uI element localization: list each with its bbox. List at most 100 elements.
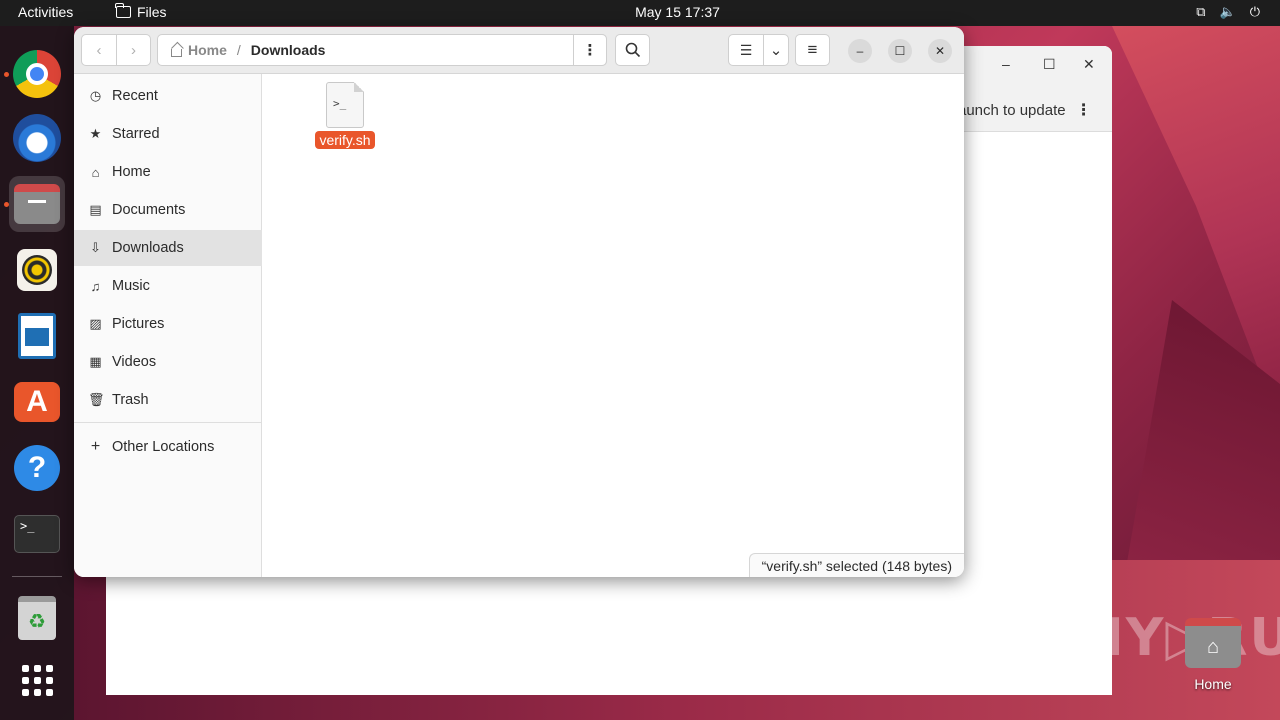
sidebar-item-home[interactable]: ⌂ Home	[74, 154, 262, 190]
app-center-icon: A	[14, 382, 60, 422]
terminal-icon: >_	[14, 515, 60, 553]
places-sidebar: ◷ Recent ★ Starred ⌂ Home ▤ Documents ⇩ …	[74, 74, 262, 577]
dock: A ? >_ ♻	[0, 26, 74, 720]
path-home-label: Home	[188, 42, 227, 58]
dock-terminal[interactable]: >_	[9, 506, 65, 562]
app-grid-icon	[21, 664, 53, 696]
star-icon: ★	[89, 126, 102, 141]
path-menu-button[interactable]: ⋮	[573, 34, 607, 66]
home-icon: ⌂	[91, 164, 100, 180]
path-separator: /	[236, 42, 241, 58]
show-apps-button[interactable]	[9, 652, 65, 708]
chevron-left-icon: ‹	[96, 41, 102, 59]
dock-app-center[interactable]: A	[9, 374, 65, 430]
network-icon: ⧉	[1196, 4, 1206, 19]
video-icon: ▦	[89, 354, 102, 369]
back-button[interactable]: ‹	[81, 34, 117, 66]
help-icon: ?	[14, 445, 60, 491]
sidebar-item-trash[interactable]: 🗑 Trash	[74, 382, 262, 418]
file-name: verify.sh	[315, 131, 375, 149]
forward-button[interactable]: ›	[116, 34, 151, 66]
clock[interactable]: May 15 17:37	[0, 4, 1280, 20]
trash-icon: 🗑	[88, 392, 105, 407]
dock-files[interactable]	[9, 176, 65, 232]
update-banner[interactable]: aunch to update ⋮	[958, 94, 1092, 126]
picture-icon: ▨	[89, 316, 102, 331]
list-view-icon: ☰	[739, 41, 753, 58]
dock-writer[interactable]	[9, 308, 65, 364]
file-item[interactable]: >_ verify.sh	[310, 82, 380, 149]
sidebar-item-other-locations[interactable]: + Other Locations	[74, 429, 262, 465]
sidebar-item-starred[interactable]: ★ Starred	[74, 116, 262, 152]
search-button[interactable]	[615, 34, 650, 66]
libreoffice-writer-icon	[18, 313, 56, 359]
dock-help[interactable]: ?	[9, 440, 65, 496]
minimize-icon: –	[856, 44, 864, 58]
sidebar-divider	[74, 422, 262, 423]
dock-separator	[12, 576, 62, 577]
view-options-button[interactable]: ⌄	[763, 34, 789, 66]
file-view[interactable]: >_ verify.sh “verify.sh” selected (148 b…	[263, 74, 964, 577]
volume-icon: 🔈	[1219, 4, 1236, 19]
status-text: “verify.sh” selected (148 bytes)	[761, 557, 952, 574]
sidebar-item-label: Home	[112, 164, 151, 180]
sidebar-item-videos[interactable]: ▦ Videos	[74, 344, 262, 380]
sidebar-item-pictures[interactable]: ▨ Pictures	[74, 306, 262, 342]
desktop-icon-label: Home	[1194, 676, 1232, 692]
sidebar-item-music[interactable]: ♫ Music	[74, 268, 262, 304]
sidebar-item-label: Music	[112, 278, 150, 294]
dock-chrome[interactable]	[9, 46, 65, 102]
main-menu-button[interactable]: ≡	[795, 34, 830, 66]
trash-icon: ♻	[18, 596, 56, 640]
clock-icon: ◷	[89, 88, 102, 103]
chevron-down-icon: ⌄	[769, 42, 783, 59]
search-icon	[625, 42, 640, 58]
maximize-icon: ☐	[894, 44, 906, 58]
kebab-menu-icon[interactable]: ⋮	[1076, 100, 1092, 120]
kebab-menu-icon: ⋮	[582, 42, 598, 59]
download-icon: ⇩	[90, 240, 101, 255]
document-icon: ▤	[89, 202, 102, 217]
sidebar-item-downloads[interactable]: ⇩ Downloads	[74, 230, 262, 266]
dock-thunderbird[interactable]	[9, 110, 65, 166]
thunderbird-icon	[13, 114, 61, 162]
home-icon	[170, 44, 183, 57]
rhythmbox-icon	[17, 249, 57, 291]
update-banner-text: aunch to update	[958, 101, 1066, 119]
files-icon	[14, 184, 60, 224]
list-view-button[interactable]: ☰	[728, 34, 764, 66]
script-file-icon: >_	[326, 82, 364, 128]
sidebar-item-label: Documents	[112, 202, 186, 218]
close-button[interactable]: ✕	[928, 39, 952, 63]
chevron-right-icon: ›	[131, 41, 136, 59]
system-tray[interactable]: ⧉ 🔈 ⏻	[1196, 4, 1260, 20]
close-icon: ✕	[934, 44, 946, 58]
maximize-button[interactable]: ☐	[888, 39, 912, 63]
sidebar-item-documents[interactable]: ▤ Documents	[74, 192, 262, 228]
power-icon: ⏻	[1249, 4, 1260, 19]
sidebar-item-label: Recent	[112, 88, 158, 104]
files-window[interactable]: ‹ › Home / Downloads ⋮ ☰ ⌄ ≡ – ☐ ✕ ◷ Rec…	[74, 27, 964, 577]
path-home-button[interactable]: Home	[158, 42, 227, 58]
sidebar-item-recent[interactable]: ◷ Recent	[74, 78, 262, 114]
minimize-button[interactable]: –	[1002, 56, 1010, 72]
status-bar: “verify.sh” selected (148 bytes)	[748, 553, 964, 577]
sidebar-item-label: Downloads	[112, 240, 184, 256]
watermark-logo: ANY▷RUN	[1038, 608, 1280, 668]
sidebar-item-label: Pictures	[112, 316, 165, 332]
chrome-icon	[13, 50, 61, 98]
maximize-button[interactable]: ☐	[1043, 56, 1056, 73]
close-button[interactable]: ✕	[1083, 56, 1095, 73]
dock-trash[interactable]: ♻	[9, 590, 65, 646]
sidebar-item-label: Trash	[112, 392, 149, 408]
sidebar-item-label: Starred	[112, 126, 160, 142]
plus-icon: +	[90, 438, 101, 455]
music-icon: ♫	[90, 278, 101, 294]
path-current-button[interactable]: Downloads	[251, 42, 326, 58]
desktop-home-folder[interactable]: ⌂ Home	[1184, 618, 1242, 692]
minimize-button[interactable]: –	[848, 39, 872, 63]
dock-rhythmbox[interactable]	[9, 242, 65, 298]
sidebar-item-label: Videos	[112, 354, 157, 370]
home-folder-icon: ⌂	[1185, 618, 1241, 668]
top-bar: Activities Files May 15 17:37 ⧉ 🔈 ⏻	[0, 0, 1280, 26]
